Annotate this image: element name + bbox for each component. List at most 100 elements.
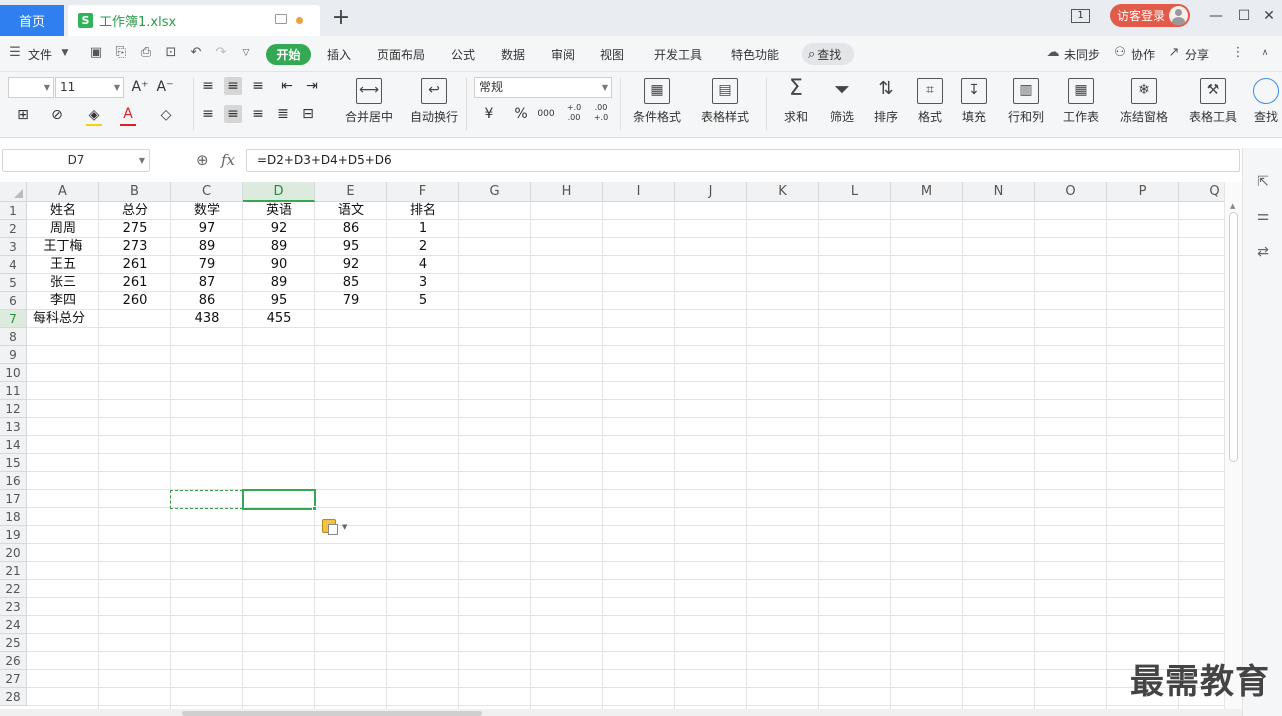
- cell-d1[interactable]: 英语: [243, 202, 315, 220]
- select-all-corner[interactable]: [0, 182, 27, 202]
- sync-status[interactable]: 未同步: [1064, 46, 1100, 63]
- monitor-icon[interactable]: [275, 14, 287, 24]
- merge-center-button[interactable]: ⟷ 合并居中: [340, 78, 398, 125]
- cell-f4[interactable]: 4: [387, 256, 459, 274]
- column-header-d[interactable]: D: [243, 182, 315, 202]
- increase-decimal-icon[interactable]: +.0 .00: [563, 103, 585, 122]
- cell-a2[interactable]: 周周: [27, 220, 99, 238]
- menu-data[interactable]: 数据: [501, 46, 525, 63]
- cell-d2[interactable]: 92: [243, 220, 315, 238]
- select-pointer-icon[interactable]: ⇱: [1255, 174, 1271, 190]
- cell-f1[interactable]: 排名: [387, 202, 459, 220]
- sum-button[interactable]: Σ 求和: [780, 78, 812, 125]
- share-button[interactable]: 分享: [1185, 46, 1209, 63]
- align-top-icon[interactable]: ≡: [199, 77, 217, 95]
- row-header-12[interactable]: 12: [0, 400, 27, 418]
- row-header-16[interactable]: 16: [0, 472, 27, 490]
- row-header-11[interactable]: 11: [0, 382, 27, 400]
- save-icon[interactable]: ▣: [89, 46, 103, 60]
- conditional-format-button[interactable]: ▦ 条件格式: [628, 78, 686, 125]
- formula-input[interactable]: =D2+D3+D4+D5+D6: [246, 149, 1240, 172]
- new-tab-button[interactable]: +: [330, 7, 352, 30]
- column-header-l[interactable]: L: [819, 182, 891, 202]
- cell-c5[interactable]: 87: [171, 274, 243, 292]
- close-button[interactable]: ✕: [1259, 6, 1279, 26]
- column-header-h[interactable]: H: [531, 182, 603, 202]
- column-header-o[interactable]: O: [1035, 182, 1107, 202]
- cell-e3[interactable]: 95: [315, 238, 387, 256]
- insert-function-button[interactable]: fx: [221, 151, 235, 169]
- cell-a1[interactable]: 姓名: [27, 202, 99, 220]
- sort-button[interactable]: ⇅ 排序: [869, 78, 903, 125]
- fill-handle[interactable]: [312, 506, 317, 511]
- column-header-a[interactable]: A: [27, 182, 99, 202]
- clear-format-icon[interactable]: ◇: [157, 106, 175, 124]
- cell-b3[interactable]: 273: [99, 238, 171, 256]
- align-center-icon[interactable]: ≡: [224, 105, 242, 123]
- align-middle-icon[interactable]: ≡: [224, 77, 242, 95]
- column-header-g[interactable]: G: [459, 182, 531, 202]
- row-header-18[interactable]: 18: [0, 508, 27, 526]
- row-header-6[interactable]: 6: [0, 292, 27, 310]
- row-header-21[interactable]: 21: [0, 562, 27, 580]
- row-header-13[interactable]: 13: [0, 418, 27, 436]
- cell-b4[interactable]: 261: [99, 256, 171, 274]
- column-header-i[interactable]: I: [603, 182, 675, 202]
- decrease-decimal-icon[interactable]: .00 +.0: [590, 103, 612, 122]
- border-icon[interactable]: ⊞: [14, 106, 32, 124]
- cell-e6[interactable]: 79: [315, 292, 387, 310]
- format-button[interactable]: ⌗ 格式: [913, 78, 947, 125]
- paste-options-icon[interactable]: [322, 519, 338, 535]
- fill-button[interactable]: ↧ 填充: [957, 78, 991, 125]
- redo-icon[interactable]: ↷: [214, 46, 228, 60]
- row-header-22[interactable]: 22: [0, 580, 27, 598]
- property-sliders-icon[interactable]: ⚌: [1255, 208, 1271, 224]
- table-tools-button[interactable]: ⚒ 表格工具: [1184, 78, 1242, 125]
- collaborate-button[interactable]: 协作: [1131, 46, 1155, 63]
- currency-icon[interactable]: ¥: [480, 105, 498, 123]
- tab-document[interactable]: S 工作簿1.xlsx: [68, 5, 320, 36]
- tab-home[interactable]: 首页: [0, 5, 64, 36]
- row-header-15[interactable]: 15: [0, 454, 27, 472]
- cell-d5[interactable]: 89: [243, 274, 315, 292]
- increase-font-icon[interactable]: A⁺: [131, 78, 149, 96]
- column-header-b[interactable]: B: [99, 182, 171, 202]
- chevron-down-icon[interactable]: ▼: [58, 46, 72, 60]
- cell-f2[interactable]: 1: [387, 220, 459, 238]
- menu-view[interactable]: 视图: [600, 46, 624, 63]
- cell-b1[interactable]: 总分: [99, 202, 171, 220]
- font-color-icon[interactable]: A: [119, 105, 137, 123]
- row-header-7[interactable]: 7: [0, 310, 27, 328]
- cell-b5[interactable]: 261: [99, 274, 171, 292]
- cell-e5[interactable]: 85: [315, 274, 387, 292]
- column-header-k[interactable]: K: [747, 182, 819, 202]
- row-header-10[interactable]: 10: [0, 364, 27, 382]
- cell-d3[interactable]: 89: [243, 238, 315, 256]
- row-header-23[interactable]: 23: [0, 598, 27, 616]
- horizontal-scrollbar[interactable]: [0, 709, 1242, 716]
- cell-b6[interactable]: 260: [99, 292, 171, 310]
- row-header-24[interactable]: 24: [0, 616, 27, 634]
- row-header-20[interactable]: 20: [0, 544, 27, 562]
- worksheet-button[interactable]: ▦ 工作表: [1059, 78, 1103, 125]
- row-header-8[interactable]: 8: [0, 328, 27, 346]
- menu-review[interactable]: 审阅: [551, 46, 575, 63]
- row-header-19[interactable]: 19: [0, 526, 27, 544]
- cell-c7[interactable]: 438: [171, 310, 243, 328]
- cell-d4[interactable]: 90: [243, 256, 315, 274]
- menu-insert[interactable]: 插入: [327, 46, 351, 63]
- horizontal-scroll-thumb[interactable]: [182, 711, 482, 716]
- export-icon[interactable]: ⎘: [114, 46, 128, 60]
- zoom-formula-icon[interactable]: ⊕: [196, 151, 209, 169]
- name-box[interactable]: D7 ▼: [2, 149, 150, 172]
- row-header-26[interactable]: 26: [0, 652, 27, 670]
- menu-formulas[interactable]: 公式: [451, 46, 475, 63]
- distributed-icon[interactable]: ⊟: [299, 105, 317, 123]
- column-header-j[interactable]: J: [675, 182, 747, 202]
- row-header-25[interactable]: 25: [0, 634, 27, 652]
- column-header-m[interactable]: M: [891, 182, 963, 202]
- cell-f6[interactable]: 5: [387, 292, 459, 310]
- cell-b2[interactable]: 275: [99, 220, 171, 238]
- cell-f7[interactable]: [387, 310, 459, 328]
- column-header-c[interactable]: C: [171, 182, 243, 202]
